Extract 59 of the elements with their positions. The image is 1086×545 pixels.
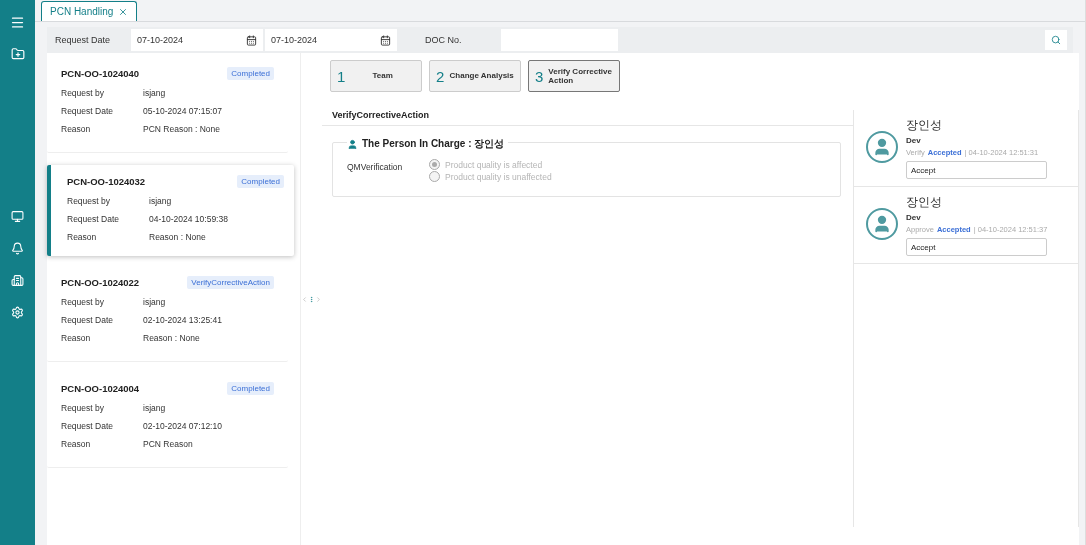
close-icon[interactable] (118, 6, 129, 17)
radio-label: Product quality is affected (445, 159, 543, 170)
radio-label: Product quality is unaffected (445, 171, 552, 182)
field-value: 05-10-2024 07:15:07 (143, 106, 222, 116)
status-badge: Completed (227, 382, 274, 395)
field-value: PCN Reason (143, 439, 193, 449)
request-card[interactable]: PCN-OO-1024032 Completed Request by isjang Request Date 04-10-2024 10:59:38 Reason Reason : None (47, 165, 294, 256)
calendar-icon[interactable] (246, 34, 257, 46)
comment-field[interactable]: Accept (906, 161, 1047, 179)
field-label: Request by (61, 403, 105, 413)
request-number: PCN-OO-1024004 (61, 383, 140, 394)
field-value: PCN Reason : None (143, 124, 220, 134)
person-icon (347, 138, 358, 150)
field-label: Request by (67, 196, 111, 206)
status-badge: Completed (227, 67, 274, 80)
status-badge: VerifyCorrectiveAction (187, 276, 274, 289)
field-label: Request by (61, 297, 105, 307)
field-label: Reason (67, 232, 98, 242)
step-button[interactable]: 1 Team (330, 60, 422, 92)
calendar-icon[interactable] (380, 34, 391, 46)
avatar-icon (866, 131, 898, 163)
field-value: Reason : None (149, 232, 206, 242)
field-label: Request Date (61, 421, 114, 431)
field-label: Request Date (67, 214, 120, 224)
field-label: Reason (61, 439, 92, 449)
request-number: PCN-OO-1024022 (61, 277, 140, 288)
tab[interactable]: PCN Handling (41, 1, 138, 21)
field-label: Reason (61, 124, 92, 134)
approver-name: 장인성 (906, 117, 943, 134)
field-value: Reason : None (143, 333, 200, 343)
field-label: Request Date (54, 35, 112, 45)
legend-text: The Person In Charge : 장인성 (362, 137, 505, 151)
field-value: 02-10-2024 13:25:41 (143, 315, 222, 325)
approver-name: 장인성 (906, 194, 943, 211)
avatar-icon (866, 208, 898, 240)
field-value: isjang (143, 403, 166, 413)
request-number: PCN-OO-1024032 (67, 176, 146, 187)
section-title: VerifyCorrectiveAction (322, 110, 853, 126)
field-label: Reason (61, 333, 92, 343)
approver-role: Dev (906, 136, 922, 145)
field-value: isjang (149, 196, 172, 206)
field-value: isjang (143, 88, 166, 98)
date-field[interactable]: 07-10-2024 (131, 29, 263, 51)
request-number: PCN-OO-1024040 (61, 68, 140, 79)
step-button[interactable]: 2 Change Analysis (429, 60, 521, 92)
status-badge: Completed (237, 175, 284, 188)
search-button[interactable] (1045, 30, 1067, 50)
field-value: 04-10-2024 10:59:38 (149, 214, 228, 224)
field-label: Request Date (61, 106, 114, 116)
field-label: Request Date (61, 315, 114, 325)
field-value: 02-10-2024 07:12:10 (143, 421, 222, 431)
field-label: QMVerification (347, 162, 404, 174)
approver-role: Dev (906, 213, 922, 222)
field-label: DOC No. (425, 35, 463, 45)
date-field[interactable]: 07-10-2024 (265, 29, 397, 51)
field-value: isjang (143, 297, 166, 307)
field-label: Request by (61, 88, 105, 98)
comment-field[interactable]: Accept (906, 238, 1047, 256)
search-icon (1051, 35, 1061, 45)
